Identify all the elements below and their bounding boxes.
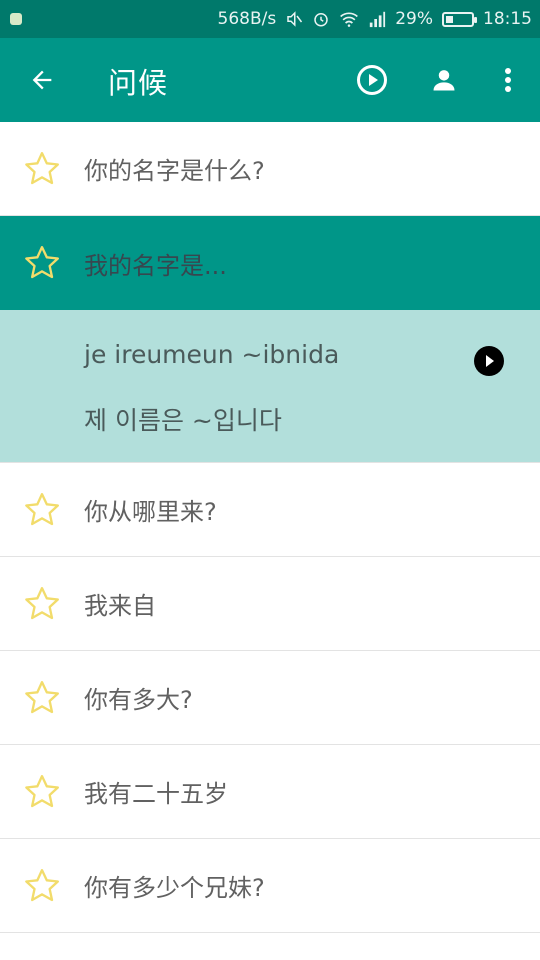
page-title: 问候 (108, 66, 169, 100)
app-bar: 问候 (0, 38, 540, 122)
list-item[interactable]: 你有多少个兄妹? (0, 839, 540, 933)
star-outline-icon[interactable] (0, 243, 84, 283)
phrase-text: 你有多大? (84, 686, 193, 714)
battery-percent: 29% (395, 9, 433, 29)
battery-icon (442, 11, 477, 27)
phrase-text: 我有二十五岁 (84, 780, 228, 808)
arrow-back-icon[interactable] (24, 62, 60, 98)
mute-icon (285, 10, 303, 28)
signal-icon (368, 10, 386, 28)
list-item[interactable]: 你从哪里来? (0, 463, 540, 557)
star-outline-icon[interactable] (0, 490, 84, 530)
star-outline-icon[interactable] (0, 149, 84, 189)
person-icon[interactable] (426, 62, 462, 98)
romanization-text: je ireumeun ~ibnida (84, 340, 340, 369)
list-item-selected[interactable]: 我的名字是... (0, 216, 540, 310)
star-outline-icon[interactable] (0, 678, 84, 718)
play-audio-icon[interactable] (473, 345, 505, 377)
korean-text: 제 이름은 ~입니다 (84, 406, 282, 435)
star-outline-icon[interactable] (0, 866, 84, 906)
list-item[interactable]: 你有多大? (0, 651, 540, 745)
alarm-icon (312, 10, 330, 28)
phrase-text: 你的名字是什么? (84, 157, 265, 185)
status-bar: 568B/s 29% 18:15 (0, 0, 540, 38)
list-item[interactable]: 我来自 (0, 557, 540, 651)
clock: 18:15 (483, 9, 532, 29)
phrase-text: 我的名字是... (84, 251, 227, 280)
list-item[interactable]: 你的名字是什么? (0, 122, 540, 216)
phrase-text: 你从哪里来? (84, 498, 217, 526)
phrase-text: 你有多少个兄妹? (84, 874, 265, 902)
network-speed: 568B/s (217, 9, 277, 29)
more-vert-icon[interactable] (490, 62, 526, 98)
phrase-detail-panel: je ireumeun ~ibnida 제 이름은 ~입니다 (0, 310, 540, 463)
star-outline-icon[interactable] (0, 772, 84, 812)
wifi-icon (339, 10, 359, 28)
notification-app-icon (10, 13, 22, 25)
star-outline-icon[interactable] (0, 584, 84, 624)
phrase-text: 我来自 (84, 592, 156, 620)
play-circle-icon[interactable] (354, 62, 390, 98)
list-item[interactable]: 我有二十五岁 (0, 745, 540, 839)
phrase-list: 你的名字是什么? 我的名字是... je ireumeun ~ibnida 제 … (0, 122, 540, 933)
